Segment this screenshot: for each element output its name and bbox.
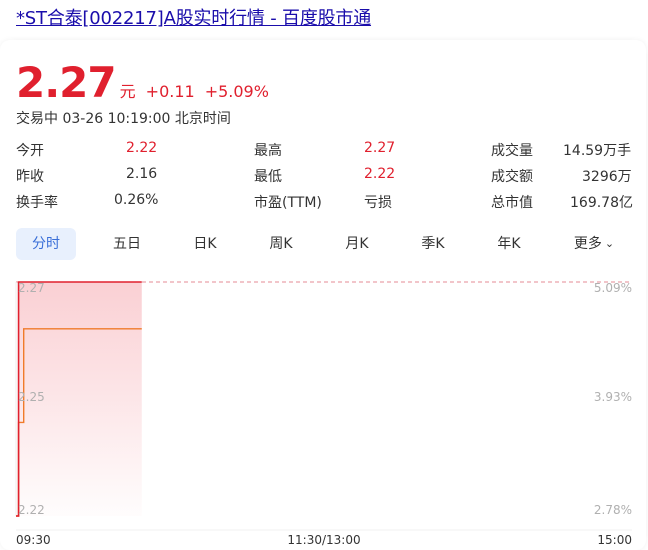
price-unit: 元: [119, 82, 136, 101]
stat-value: 亏损: [364, 195, 392, 211]
stat-value: 169.78亿: [570, 195, 633, 211]
x-tick: 15:00: [597, 533, 632, 547]
tab-more-label: 更多: [573, 236, 602, 252]
stat-label: 市盈(TTM): [254, 195, 322, 211]
stat-value: 2.16: [126, 166, 158, 182]
y-tick-right: 2.78%: [594, 503, 632, 517]
tab-five-day[interactable]: 五日: [100, 228, 154, 260]
tab-daily-k[interactable]: 日K: [178, 228, 232, 260]
y-tick-left: 2.27: [18, 281, 45, 295]
stat-value: 2.22: [126, 140, 158, 156]
y-tick-left: 2.25: [18, 390, 45, 404]
stats-row: 今开 2.22 最高 2.27 成交量 14.59万手: [16, 140, 632, 166]
trading-status-time: 交易中 03-26 10:19:00 北京时间: [16, 111, 231, 127]
y-tick-right: 3.93%: [594, 390, 632, 404]
stat-value: 14.59万手: [563, 143, 632, 159]
price-row: 2.27 元 +0.11 +5.09%: [16, 58, 269, 107]
stat-value: 3296万: [582, 169, 632, 185]
stats-grid: 今开 2.22 最高 2.27 成交量 14.59万手 昨收 2.16 最低 2…: [16, 140, 633, 218]
chevron-down-icon: ⌄: [604, 237, 615, 250]
intraday-chart: 2.27 2.25 2.22 5.09% 3.93% 2.78% 09:30 1…: [15, 281, 632, 547]
stats-row: 换手率 0.26% 市盈(TTM) 亏损 总市值 169.78亿: [16, 192, 633, 218]
stat-value: 2.22: [364, 166, 396, 182]
y-tick-left: 2.22: [18, 503, 45, 517]
price-change: +0.11: [145, 82, 195, 101]
stat-label: 总市值: [491, 195, 533, 211]
tab-yearly-k[interactable]: 年K: [482, 228, 536, 260]
stat-label: 最高: [254, 143, 282, 159]
chart-tabs: 分时 五日 日K 周K 月K 季K 年K 更多 ⌄: [16, 228, 632, 262]
page-title-link[interactable]: *ST合泰[002217]A股实时行情 - 百度股市通: [16, 4, 371, 30]
stat-label: 换手率: [16, 195, 58, 211]
tab-more[interactable]: 更多 ⌄: [564, 228, 624, 260]
stat-label: 今开: [16, 143, 44, 159]
stat-label: 昨收: [16, 169, 44, 185]
current-price: 2.27: [16, 58, 117, 107]
price-change-pct: +5.09%: [204, 82, 269, 101]
stat-value: 0.26%: [114, 192, 159, 208]
tab-intraday[interactable]: 分时: [16, 228, 76, 260]
stat-label: 成交量: [491, 143, 533, 159]
tab-weekly-k[interactable]: 周K: [254, 228, 308, 260]
stat-value: 2.27: [364, 140, 396, 156]
y-tick-right: 5.09%: [594, 281, 632, 295]
stat-label: 最低: [254, 169, 282, 185]
tab-quarterly-k[interactable]: 季K: [406, 228, 460, 260]
x-tick: 11:30/13:00: [287, 533, 360, 547]
stats-row: 昨收 2.16 最低 2.22 成交额 3296万: [16, 166, 632, 192]
tab-monthly-k[interactable]: 月K: [330, 228, 384, 260]
x-tick: 09:30: [16, 533, 51, 547]
stat-label: 成交额: [491, 169, 533, 185]
